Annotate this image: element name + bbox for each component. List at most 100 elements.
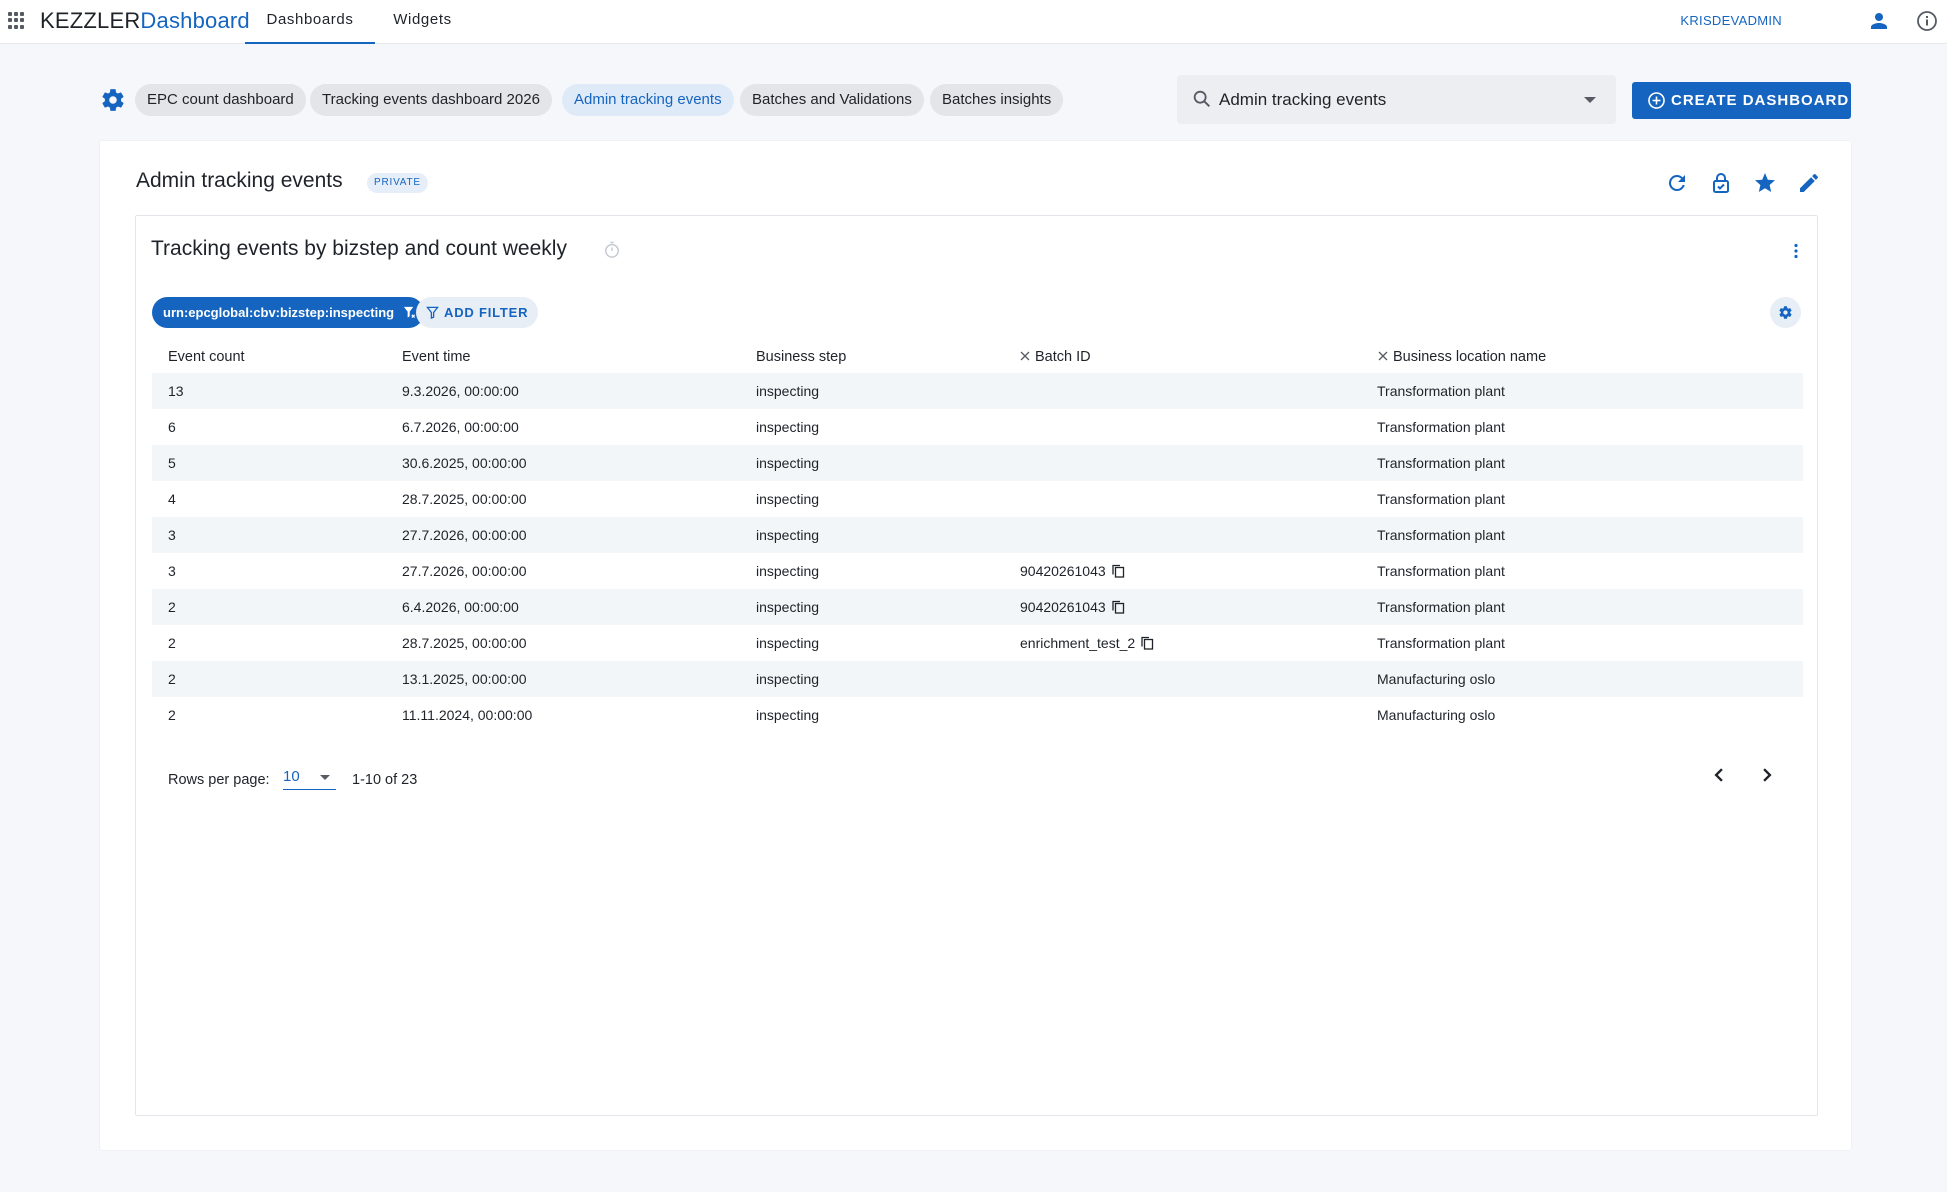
- cell-event-count: 3: [168, 553, 176, 589]
- cell-event-time: 6.4.2026, 00:00:00: [402, 589, 519, 625]
- chevron-left-icon[interactable]: [1705, 761, 1733, 789]
- cell-event-time-text: 28.7.2025, 00:00:00: [402, 635, 527, 651]
- cell-business-location-text: Transformation plant: [1377, 635, 1505, 651]
- add-filter-label: ADD FILTER: [444, 305, 529, 320]
- cell-business-location: Transformation plant: [1377, 445, 1505, 481]
- cell-business-location: Transformation plant: [1377, 517, 1505, 553]
- table-row[interactable]: 3 27.7.2026, 00:00:00 inspecting Transforma…: [152, 517, 1803, 553]
- search-icon: [1193, 90, 1211, 108]
- cell-business-location-text: Transformation plant: [1377, 527, 1505, 543]
- column-settings-button[interactable]: [1770, 297, 1801, 328]
- table-row[interactable]: 3 27.7.2026, 00:00:00 inspecting 9042026104…: [152, 553, 1803, 589]
- cell-event-time: 6.7.2026, 00:00:00: [402, 409, 519, 445]
- dashboard-tab-epc-count[interactable]: EPC count dashboard: [135, 84, 306, 116]
- nav-tab-dashboards[interactable]: Dashboards: [245, 0, 375, 44]
- copy-icon[interactable]: [1112, 600, 1125, 614]
- cell-event-time: 13.1.2025, 00:00:00: [402, 661, 527, 697]
- rows-per-page-value: 10: [283, 768, 300, 785]
- table-row[interactable]: 2 6.4.2026, 00:00:00 inspecting 90420261043…: [152, 589, 1803, 625]
- cell-business-step-text: inspecting: [756, 563, 820, 579]
- cell-event-time-text: 11.11.2024, 00:00:00: [402, 707, 533, 723]
- copy-icon[interactable]: [1141, 636, 1154, 650]
- user-name[interactable]: KRISDEVADMIN: [1680, 13, 1782, 28]
- cell-business-location: Manufacturing oslo: [1377, 697, 1495, 733]
- cell-business-location-text: Transformation plant: [1377, 491, 1505, 507]
- brand-product: Dashboard: [140, 8, 250, 33]
- cell-event-count-text: 3: [168, 527, 176, 543]
- cell-business-step: inspecting: [756, 661, 819, 697]
- filter-remove-icon[interactable]: [403, 306, 416, 319]
- search-value: Admin tracking events: [1219, 90, 1387, 109]
- cell-business-step-text: inspecting: [756, 419, 820, 435]
- refresh-icon[interactable]: [1665, 171, 1689, 195]
- star-icon[interactable]: [1753, 171, 1777, 195]
- cell-business-location: Transformation plant: [1377, 589, 1505, 625]
- cell-event-time-text: 6.4.2026, 00:00:00: [402, 599, 519, 615]
- cell-business-location: Transformation plant: [1377, 625, 1505, 661]
- cell-event-count-text: 13: [168, 383, 184, 399]
- table-row[interactable]: 5 30.6.2025, 00:00:00 inspecting Transforma…: [152, 445, 1803, 481]
- table-row[interactable]: 2 11.11.2024, 00:00:00 inspecting Manufactu…: [152, 697, 1803, 733]
- dashboard-tab-batches-insights[interactable]: Batches insights: [930, 84, 1064, 116]
- plus-circle-icon: [1648, 92, 1665, 109]
- rows-per-page-select[interactable]: 10: [283, 766, 336, 790]
- cell-business-location: Transformation plant: [1377, 373, 1505, 409]
- brand-logo[interactable]: KEZZLERDashboard: [40, 8, 250, 34]
- visibility-badge: PRIVATE: [367, 173, 428, 193]
- cell-business-step-text: inspecting: [756, 383, 820, 399]
- info-icon[interactable]: [1915, 9, 1939, 33]
- kebab-menu-icon[interactable]: [1793, 243, 1799, 259]
- active-filter-label: urn:epcglobal:cbv:bizstep:inspecting: [163, 305, 395, 320]
- column-header-business-step[interactable]: Business step: [756, 341, 846, 373]
- table-row[interactable]: 4 28.7.2025, 00:00:00 inspecting Transforma…: [152, 481, 1803, 517]
- dashboard-settings-gear-icon[interactable]: [100, 87, 126, 113]
- cell-business-location-text: Manufacturing oslo: [1377, 707, 1496, 723]
- chevron-right-icon[interactable]: [1753, 761, 1781, 789]
- cell-event-count: 2: [168, 661, 176, 697]
- column-header-event-time[interactable]: Event time: [402, 341, 471, 373]
- cell-batch-id: enrichment_test_2: [1020, 625, 1154, 661]
- add-filter-button[interactable]: ADD FILTER: [416, 297, 539, 328]
- column-header-business-location[interactable]: Business location name: [1378, 341, 1546, 373]
- top-app-bar: KEZZLERDashboard Dashboards Widgets KRIS…: [0, 0, 1947, 44]
- dashboard-tab-batches-validations[interactable]: Batches and Validations: [740, 84, 924, 116]
- widget-title: Tracking events by bizstep and count wee…: [151, 237, 567, 260]
- chevron-down-icon: [320, 775, 330, 780]
- chevron-down-icon[interactable]: [1584, 97, 1596, 103]
- cell-batch-id: 90420261043: [1020, 589, 1125, 625]
- table-row[interactable]: 13 9.3.2026, 00:00:00 inspecting Transforma…: [152, 373, 1803, 409]
- create-dashboard-button[interactable]: CREATE DASHBOARD: [1632, 82, 1851, 119]
- user-icon[interactable]: [1867, 9, 1891, 33]
- apps-grid-icon[interactable]: [8, 12, 25, 29]
- dashboard-search-select[interactable]: Admin tracking events: [1177, 75, 1616, 124]
- column-header-event-count[interactable]: Event count: [168, 341, 245, 373]
- column-header-batch-id[interactable]: Batch ID: [1020, 341, 1091, 373]
- cell-event-time: 28.7.2025, 00:00:00: [402, 481, 527, 517]
- cell-event-count: 5: [168, 445, 176, 481]
- table-row[interactable]: 2 13.1.2025, 00:00:00 inspecting Manufactur…: [152, 661, 1803, 697]
- cell-business-step: inspecting: [756, 445, 819, 481]
- table-body: 13 9.3.2026, 00:00:00 inspecting Transforma…: [152, 373, 1803, 733]
- dashboard-tab-tracking-events-2026[interactable]: Tracking events dashboard 2026: [310, 84, 552, 116]
- create-dashboard-label: CREATE DASHBOARD: [1671, 92, 1850, 109]
- cell-business-step-text: inspecting: [756, 599, 820, 615]
- active-filter-chip[interactable]: urn:epcglobal:cbv:bizstep:inspecting: [152, 297, 425, 328]
- nav-tab-widgets[interactable]: Widgets: [375, 0, 470, 44]
- events-table: Event count Event time Business step Bat…: [152, 341, 1803, 733]
- table-row[interactable]: 2 28.7.2025, 00:00:00 inspecting enrichment…: [152, 625, 1803, 661]
- dashboard-tab-admin-tracking-events[interactable]: Admin tracking events: [562, 84, 734, 116]
- rows-per-page-label: Rows per page:: [168, 772, 270, 788]
- timer-icon[interactable]: [602, 240, 622, 260]
- cell-event-count-text: 2: [168, 671, 176, 687]
- cell-event-count: 4: [168, 481, 176, 517]
- cell-event-count: 6: [168, 409, 176, 445]
- close-icon[interactable]: [1378, 351, 1388, 361]
- table-row[interactable]: 6 6.7.2026, 00:00:00 inspecting Transformat…: [152, 409, 1803, 445]
- column-header-label: Business location name: [1393, 349, 1547, 365]
- close-icon[interactable]: [1020, 351, 1030, 361]
- cell-event-count-text: 6: [168, 419, 176, 435]
- copy-icon[interactable]: [1112, 564, 1125, 578]
- edit-pencil-icon[interactable]: [1797, 171, 1821, 195]
- lock-check-icon[interactable]: [1709, 171, 1733, 195]
- cell-business-step-text: inspecting: [756, 491, 820, 507]
